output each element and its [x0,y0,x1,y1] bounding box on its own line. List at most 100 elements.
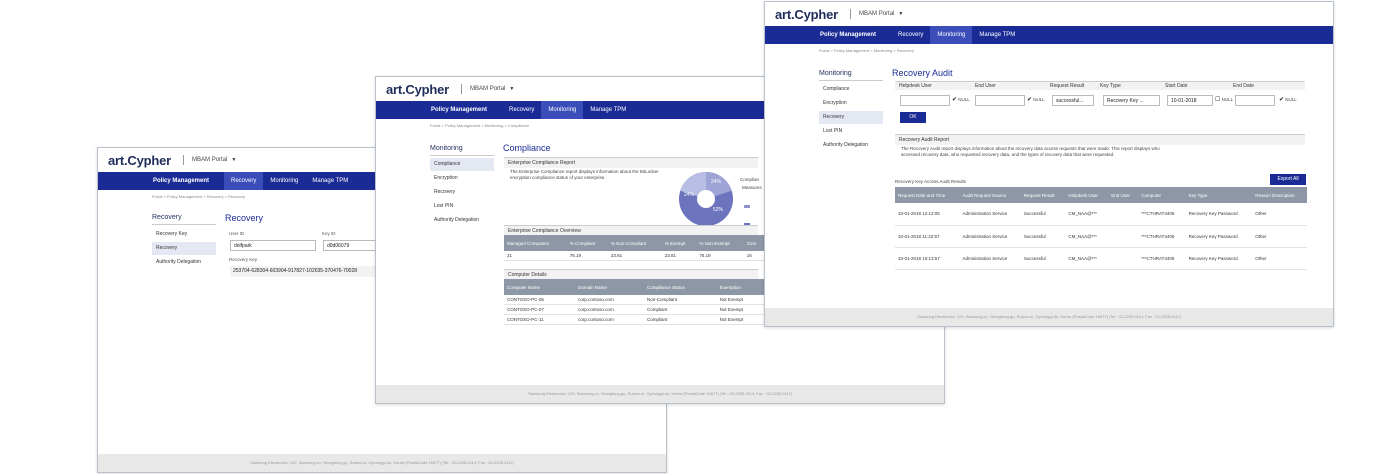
sidebar-item-compliance[interactable]: Compliance [819,83,883,96]
audit-header[interactable]: Key Type [1185,187,1253,203]
recovery-key-value: 253704-628304-603904-917827-102035-37047… [230,266,375,277]
nav-policy-management[interactable]: Policy Management [813,26,883,44]
portal-selector[interactable]: MBAM Portal [470,86,505,92]
table-cell: corp.contoso.com [575,304,645,315]
legend-swatch-1 [744,205,750,208]
footer: Samsung Electronics, 129, Samsung-ro, Ye… [765,308,1333,326]
sidebar-item-lost-pin[interactable]: Lost PIN [430,200,494,213]
nav-monitoring[interactable]: Monitoring [263,172,305,190]
table-cell: Other [1252,203,1307,226]
null-label: NULL [958,97,970,102]
table-cell: Recovery Key Password [1185,247,1253,270]
table-cell: CM_NAA@*** [1065,203,1109,226]
sidebar-divider [430,155,494,156]
nav-monitoring[interactable]: Monitoring [930,26,973,44]
chevron-down-icon[interactable]: ▼ [509,86,514,92]
table-cell: CONTOSO-PC-05 [504,295,576,305]
checkmark-icon: ✔ [1279,97,1285,103]
nav-recovery[interactable]: Recovery [891,26,930,44]
table-cell: 23.81 [661,251,697,261]
sidebar-item-recovery[interactable]: Recovery [430,186,494,199]
breadcrumb: Portal > Policy Management > Monitoring … [819,48,914,53]
request-result-select[interactable]: successful... [1052,95,1094,106]
audit-header[interactable]: Request Date and Time [895,187,960,203]
detail-header[interactable]: Compliance Status [644,279,717,295]
nav-recovery[interactable]: Recovery [224,172,264,190]
table-row[interactable]: 10-01-2018 11:22:57 Administration Servi… [895,225,1307,248]
table-row[interactable]: 10-01-2018 10:13:57 Administration Servi… [895,247,1307,270]
audit-header[interactable]: End User [1108,187,1139,203]
report-description: The Recovery Audit report displays infor… [901,146,1160,157]
checkmark-icon: ✔ [952,97,958,103]
section-recovery-audit-report: Recovery Audit Report [895,134,1305,145]
nav-policy-management[interactable]: Policy Management [424,101,494,119]
sidebar-item-encryption[interactable]: Encryption [819,97,883,110]
overview-header: % Compliant [566,235,608,251]
nav-manage-tpm[interactable]: Manage TPM [972,26,1022,44]
table-cell: Successful [1020,225,1066,248]
start-date-label: Start Date [1165,83,1188,89]
null-label: NULL [1033,97,1045,102]
audit-header[interactable]: Request Result [1020,187,1066,203]
table-cell: Administration Service [959,247,1021,270]
user-id-input[interactable]: dolfpark [230,240,316,251]
table-cell: Other [1252,225,1307,248]
detail-header[interactable]: Computer Name [504,279,576,295]
footer: Samsung Electronics, 129, Samsung-ro, Ye… [376,385,944,403]
sidebar-item-encryption[interactable]: Encryption [430,172,494,185]
sidebar-item-recovery[interactable]: Recovery [152,242,216,255]
ok-button[interactable]: OK [900,112,926,123]
start-date-null-checkbox[interactable]: ☐ NULL [1215,97,1233,103]
export-all-button[interactable]: Export All [1270,174,1306,185]
chevron-down-icon[interactable]: ▼ [898,11,903,17]
nav-recovery[interactable]: Recovery [502,101,541,119]
table-cell: ***CTHRAT4405 [1138,225,1186,248]
nav-policy-management[interactable]: Policy Management [146,172,216,190]
pie-label-1: 24% [711,179,722,185]
table-cell: CONTOSO-PC-11 [504,314,576,325]
end-date-label: End Date [1233,83,1254,89]
sidebar-item-authority-delegation[interactable]: Authority Delegation [819,139,883,152]
table-row: 21 76.19 23.81 23.81 76.19 16 [504,251,764,261]
sidebar-item-lost-pin[interactable]: Lost PIN [819,125,883,138]
end-date-null-checkbox[interactable]: ✔ NULL [1279,97,1297,103]
chevron-down-icon[interactable]: ▼ [231,157,236,163]
page-title: Compliance [503,143,551,153]
table-cell: 23.81 [607,251,662,261]
helpdesk-null-checkbox[interactable]: ✔ NULL [952,97,970,103]
audit-header[interactable]: Helpdesk User [1065,187,1109,203]
helpdesk-user-input[interactable] [900,95,950,106]
filter-header-bar: Helpdesk User End User Request Result Ke… [895,81,1305,90]
detail-header[interactable]: Domain Name [575,279,645,295]
sidebar-item-recovery-key[interactable]: Recovery Key [152,228,216,241]
sidebar-item-authority-delegation[interactable]: Authority Delegation [430,214,494,227]
sidebar-item-authority-delegation[interactable]: Authority Delegation [152,256,216,269]
audit-header[interactable]: Computer [1138,187,1186,203]
checkmark-icon: ✔ [1027,97,1033,103]
key-id-input[interactable]: d0d06079 [323,240,383,251]
header-divider [461,84,463,94]
sidebar-item-compliance[interactable]: Compliance [430,158,494,171]
start-date-input[interactable]: 10-01-2018 [1167,95,1213,106]
table-cell: 76.19 [566,251,608,261]
portal-selector[interactable]: MBAM Portal [192,157,227,163]
overview-header: % Non-Exempt [696,235,744,251]
end-user-input[interactable] [975,95,1025,106]
nav-manage-tpm[interactable]: Manage TPM [305,172,355,190]
table-cell: corp.contoso.com [575,295,645,305]
sidebar-divider [152,224,216,225]
table-row[interactable]: 10-01-2018 12:12:05 Administration Servi… [895,203,1307,226]
table-cell: Non-Compliant [644,295,717,305]
nav-manage-tpm[interactable]: Manage TPM [583,101,633,119]
audit-header[interactable]: Reason Description [1252,187,1307,203]
end-date-input[interactable] [1235,95,1275,106]
sidebar-item-recovery[interactable]: Recovery [819,111,883,124]
audit-header[interactable]: Audit Request Source [959,187,1021,203]
end-user-null-checkbox[interactable]: ✔ NULL [1027,97,1045,103]
key-type-select[interactable]: Recovery Key ... [1103,95,1160,106]
detail-header[interactable]: Exemption [716,279,766,295]
table-cell: corp.contoso.com [575,314,645,325]
table-cell: 16 [743,251,764,261]
portal-selector[interactable]: MBAM Portal [859,11,894,17]
nav-monitoring[interactable]: Monitoring [541,101,584,119]
